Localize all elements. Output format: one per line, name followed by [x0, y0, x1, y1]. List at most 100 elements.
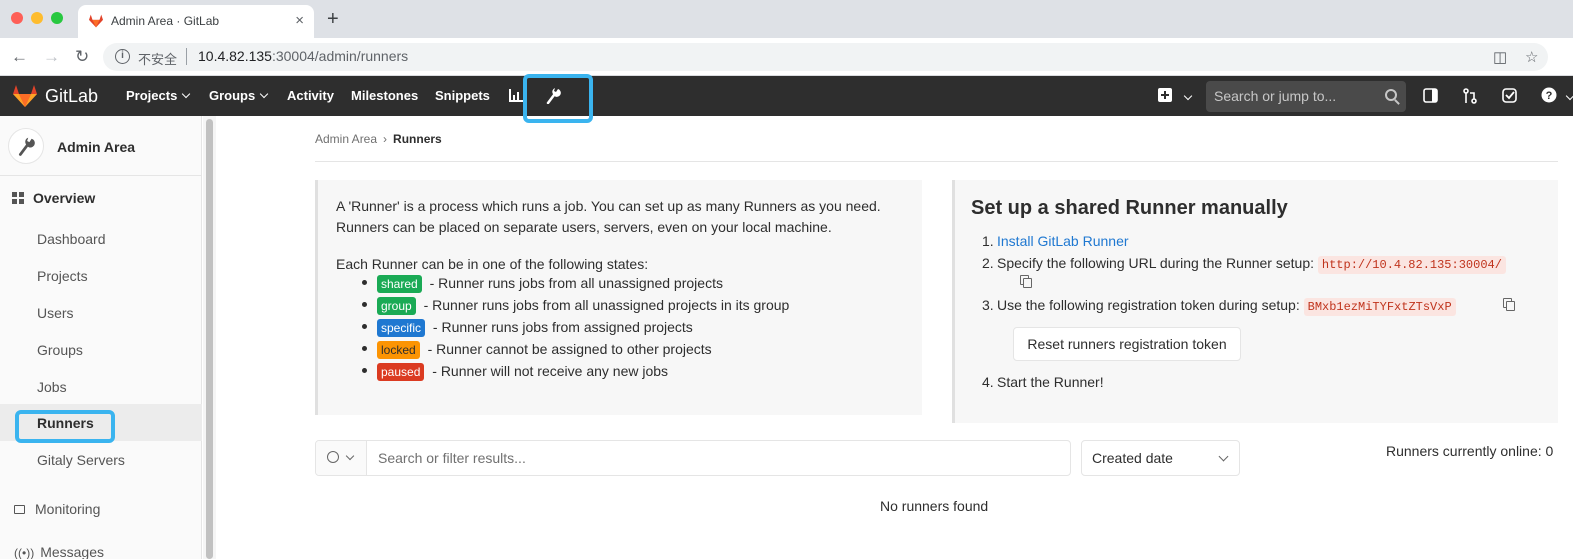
sidebar-item-groups[interactable]: Groups — [37, 342, 83, 358]
chevron-down-icon — [182, 89, 191, 99]
nav-milestones[interactable]: Milestones — [351, 88, 418, 103]
state-item-shared: shared - Runner runs jobs from all unass… — [362, 275, 723, 293]
shared-runner-setup-panel: Set up a shared Runner manually 1. Insta… — [952, 180, 1558, 423]
breadcrumb: Admin Area › Runners — [315, 132, 442, 146]
states-intro: Each Runner can be in one of the followi… — [336, 256, 649, 272]
admin-avatar — [8, 128, 44, 164]
monitor-icon — [14, 505, 25, 514]
browser-tab[interactable]: Admin Area · GitLab × — [78, 5, 314, 38]
step-number: 3. — [982, 297, 994, 313]
step-url: Specify the following URL during the Run… — [997, 255, 1506, 274]
step-number: 4. — [982, 374, 994, 390]
broadcast-icon: ((•)) — [14, 546, 35, 559]
reload-icon[interactable]: ↻ — [75, 47, 89, 67]
gitlab-favicon-icon — [89, 14, 103, 28]
step-number: 2. — [982, 255, 994, 271]
registration-token-code: BMxb1ezMiTYFxtZTsVxP — [1303, 298, 1456, 316]
state-item-locked: locked - Runner cannot be assigned to ot… — [362, 341, 712, 359]
badge-group: group — [377, 297, 416, 315]
admin-highlight-box — [523, 74, 593, 123]
chart-icon[interactable] — [509, 89, 523, 102]
help-icon[interactable]: ? — [1541, 87, 1557, 107]
close-window-button[interactable] — [11, 12, 23, 24]
wrench-icon — [18, 137, 35, 156]
gitlab-logo-icon[interactable] — [12, 84, 38, 108]
chevron-down-icon — [259, 89, 269, 99]
new-plus-icon[interactable] — [1158, 88, 1172, 106]
sidebar-item-messages[interactable]: ((•)) Messages — [14, 544, 104, 559]
state-item-paused: paused - Runner will not receive any new… — [362, 363, 668, 381]
empty-state-text: No runners found — [880, 498, 989, 514]
tab-title: Admin Area · GitLab — [111, 14, 220, 28]
maximize-window-button[interactable] — [51, 12, 63, 24]
sidebar-item-overview[interactable]: Overview — [12, 190, 95, 206]
filter-search-bar[interactable]: Search or filter results... — [315, 440, 1071, 476]
intro-line-1: A 'Runner' is a process which runs a job… — [336, 198, 881, 214]
intro-line-2: Runners can be placed on separate users,… — [336, 219, 832, 235]
sort-dropdown[interactable]: Created date — [1081, 440, 1240, 476]
minimize-window-button[interactable] — [31, 12, 43, 24]
tab-close-icon[interactable]: × — [295, 12, 304, 29]
new-tab-button[interactable]: + — [327, 9, 339, 29]
badge-paused: paused — [377, 363, 425, 381]
nav-activity[interactable]: Activity — [287, 88, 334, 103]
step-start: Start the Runner! — [997, 374, 1104, 390]
breadcrumb-admin-area[interactable]: Admin Area — [315, 132, 377, 146]
badge-locked: locked — [377, 341, 420, 359]
translate-icon[interactable]: ◫ — [1493, 48, 1507, 66]
sidebar-item-monitoring[interactable]: Monitoring — [14, 501, 100, 517]
step-install: Install GitLab Runner — [997, 233, 1129, 249]
breadcrumb-current[interactable]: Runners — [393, 132, 442, 146]
admin-sidebar: Admin Area Overview Dashboard Projects U… — [0, 116, 202, 559]
step-number: 1. — [982, 233, 994, 249]
chevron-down-icon — [345, 451, 355, 461]
recent-searches-button[interactable] — [316, 441, 367, 475]
todo-icon[interactable] — [1502, 88, 1517, 107]
sidebar-toggle-icon[interactable] — [1423, 88, 1438, 107]
copy-url-icon[interactable] — [1020, 275, 1032, 288]
nav-groups[interactable]: Groups — [209, 88, 269, 103]
setup-title: Set up a shared Runner manually — [971, 197, 1288, 219]
overview-grid-icon — [12, 192, 24, 204]
chevron-down-icon[interactable] — [1565, 91, 1573, 101]
sort-label: Created date — [1092, 450, 1173, 466]
copy-token-icon[interactable] — [1503, 298, 1515, 311]
sidebar-item-jobs[interactable]: Jobs — [37, 379, 67, 395]
state-item-group: group - Runner runs jobs from all unassi… — [362, 297, 789, 315]
sidebar-item-projects[interactable]: Projects — [37, 268, 88, 284]
back-arrow-icon[interactable]: ← — [11, 47, 28, 67]
filter-input[interactable]: Search or filter results... — [378, 450, 526, 466]
search-placeholder: Search or jump to... — [1214, 88, 1337, 104]
breadcrumb-divider — [315, 161, 1558, 162]
badge-shared: shared — [377, 275, 422, 293]
nav-projects[interactable]: Projects — [126, 88, 191, 103]
gitlab-navbar: GitLab Projects Groups Activity Mileston… — [0, 76, 1573, 116]
svg-text:?: ? — [1546, 90, 1553, 102]
chevron-down-icon[interactable] — [1183, 91, 1193, 101]
state-item-specific: specific - Runner runs jobs from assigne… — [362, 319, 693, 337]
badge-specific: specific — [377, 319, 426, 337]
step-token: Use the following registration token dur… — [997, 297, 1456, 316]
address-bar-row: ← → ↻ i 不安全 10.4.82.135:30004/admin/runn… — [0, 38, 1573, 76]
reset-token-button[interactable]: Reset runners registration token — [1013, 327, 1241, 361]
scrollbar-thumb[interactable] — [206, 119, 213, 559]
merge-request-icon[interactable] — [1463, 88, 1477, 108]
search-input[interactable]: Search or jump to... — [1206, 81, 1406, 112]
sidebar-item-users[interactable]: Users — [37, 305, 74, 321]
sidebar-scrollbar[interactable] — [203, 116, 216, 559]
runner-info-panel: A 'Runner' is a process which runs a job… — [315, 180, 922, 415]
install-runner-link[interactable]: Install GitLab Runner — [997, 233, 1129, 249]
sidebar-header[interactable]: Admin Area — [0, 116, 202, 176]
sidebar-item-dashboard[interactable]: Dashboard — [37, 231, 106, 247]
info-icon[interactable]: i — [115, 49, 130, 64]
insecure-label: 不安全 — [138, 52, 178, 67]
sidebar-title: Admin Area — [57, 139, 136, 155]
nav-snippets[interactable]: Snippets — [435, 88, 490, 103]
bookmark-star-icon[interactable]: ☆ — [1525, 48, 1538, 66]
forward-arrow-icon[interactable]: → — [43, 47, 60, 67]
url-field[interactable]: i 不安全 10.4.82.135:30004/admin/runners — [103, 43, 1548, 71]
sidebar-item-gitaly-servers[interactable]: Gitaly Servers — [37, 452, 125, 468]
url-text: 10.4.82.135:30004/admin/runners — [198, 48, 409, 64]
gitlab-brand[interactable]: GitLab — [45, 86, 98, 107]
chevron-down-icon — [1218, 451, 1229, 462]
